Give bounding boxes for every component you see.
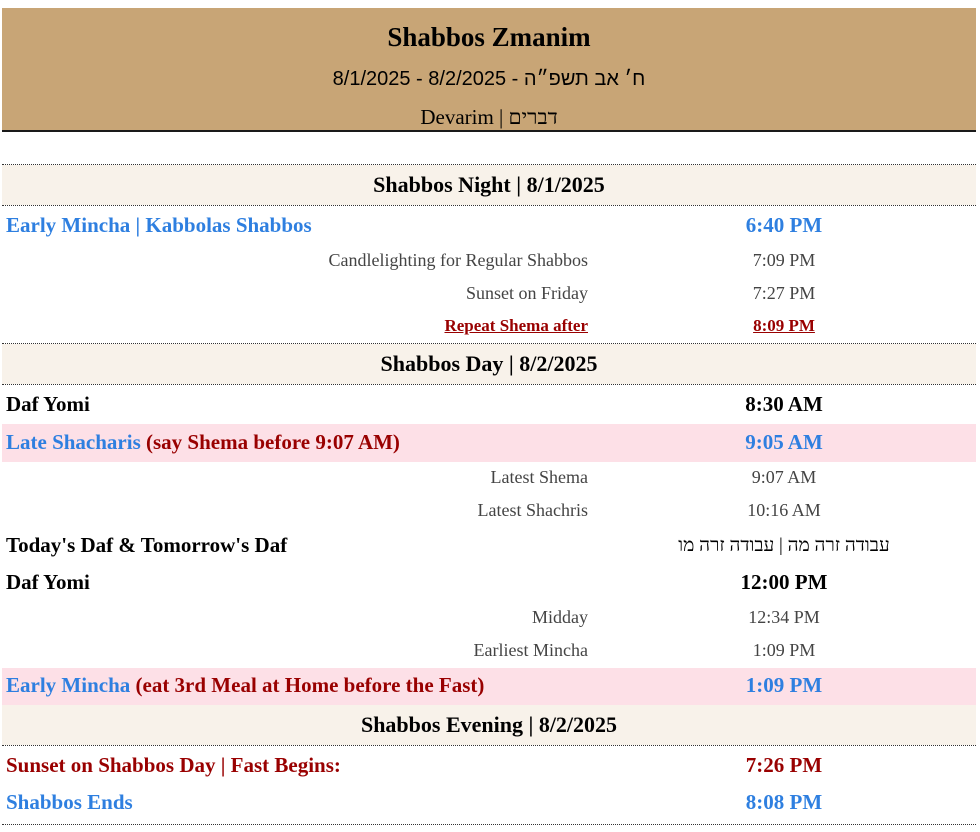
row-late-shacharis: Late Shacharis (say Shema before 9:07 AM… bbox=[2, 424, 976, 462]
late-shacharis-label: Late Shacharis bbox=[6, 430, 141, 454]
section-header-day: Shabbos Day | 8/2/2025 bbox=[2, 344, 976, 384]
daf-yomi-time: 8:30 AM bbox=[745, 392, 823, 416]
latest-shema-label: Latest Shema bbox=[490, 467, 588, 487]
parsha-name: Devarim | דברים bbox=[420, 105, 558, 129]
row-daf-yomi-morning: Daf Yomi 8:30 AM bbox=[2, 386, 976, 422]
sunset-friday-label: Sunset on Friday bbox=[465, 283, 588, 303]
shabbos-ends-label: Shabbos Ends bbox=[6, 790, 133, 814]
earliest-mincha-label: Earliest Mincha bbox=[473, 640, 588, 660]
early-mincha-day-label-group: Early Mincha (eat 3rd Meal at Home befor… bbox=[6, 673, 484, 698]
latest-shachris-label: Latest Shachris bbox=[477, 500, 588, 520]
todays-daf-value: עבודה זרה מה | עבודה זרה מו bbox=[678, 535, 890, 556]
row-todays-daf: Today's Daf & Tomorrow's Daf עבודה זרה מ… bbox=[2, 528, 976, 564]
sunset-shabbos-time: 7:26 PM bbox=[745, 753, 823, 777]
header-banner: Shabbos Zmanim 8/1/2025 - 8/2/2025 - ח׳ … bbox=[2, 8, 976, 132]
row-earliest-mincha: Earliest Mincha 1:09 PM bbox=[2, 635, 976, 667]
section-header-night: Shabbos Night | 8/1/2025 bbox=[2, 165, 976, 205]
row-latest-shema: Latest Shema 9:07 AM bbox=[2, 462, 976, 495]
early-mincha-day-time: 1:09 PM bbox=[745, 673, 823, 697]
daf-yomi-label: Daf Yomi bbox=[6, 392, 90, 416]
todays-daf-label: Today's Daf & Tomorrow's Daf bbox=[6, 533, 288, 557]
date-range: 8/1/2025 - 8/2/2025 - ח׳ אב תשפ״ה bbox=[332, 68, 646, 90]
late-shacharis-label-group: Late Shacharis (say Shema before 9:07 AM… bbox=[6, 430, 400, 455]
latest-shema-time: 9:07 AM bbox=[751, 467, 817, 487]
page-title: Shabbos Zmanim bbox=[387, 22, 591, 52]
late-shacharis-time: 9:05 AM bbox=[745, 430, 823, 454]
shabbos-ends-time: 8:08 PM bbox=[745, 790, 823, 814]
divider bbox=[2, 824, 976, 825]
row-sunset-shabbos: Sunset on Shabbos Day | Fast Begins: 7:2… bbox=[2, 747, 976, 784]
early-mincha-day-note: (eat 3rd Meal at Home before the Fast) bbox=[135, 673, 485, 697]
divider bbox=[2, 384, 976, 385]
row-early-mincha-night: Early Mincha | Kabbolas Shabbos 6:40 PM bbox=[2, 207, 976, 243]
daf-yomi-2-label: Daf Yomi bbox=[6, 570, 90, 594]
candlelighting-time: 7:09 PM bbox=[752, 250, 816, 270]
row-early-mincha-day: Early Mincha (eat 3rd Meal at Home befor… bbox=[2, 668, 976, 705]
midday-label: Midday bbox=[532, 607, 588, 627]
sunset-friday-time: 7:27 PM bbox=[752, 283, 816, 303]
section-header-evening: Shabbos Evening | 8/2/2025 bbox=[2, 705, 976, 745]
early-mincha-label: Early Mincha | Kabbolas Shabbos bbox=[6, 213, 312, 237]
row-daf-yomi-midday: Daf Yomi 12:00 PM bbox=[2, 565, 976, 601]
earliest-mincha-time: 1:09 PM bbox=[752, 640, 816, 660]
candlelighting-label: Candlelighting for Regular Shabbos bbox=[328, 250, 588, 270]
row-repeat-shema: Repeat Shema after 8:09 PM bbox=[2, 310, 976, 342]
row-latest-shachris: Latest Shachris 10:16 AM bbox=[2, 495, 976, 528]
early-mincha-time: 6:40 PM bbox=[745, 213, 823, 237]
latest-shachris-time: 10:16 AM bbox=[747, 500, 821, 520]
divider bbox=[2, 745, 976, 746]
midday-time: 12:34 PM bbox=[748, 607, 820, 627]
repeat-shema-time: 8:09 PM bbox=[753, 316, 815, 335]
early-mincha-day-label: Early Mincha bbox=[6, 673, 131, 697]
late-shacharis-note: (say Shema before 9:07 AM) bbox=[146, 430, 400, 454]
repeat-shema-label: Repeat Shema after bbox=[444, 316, 588, 335]
row-candlelighting: Candlelighting for Regular Shabbos 7:09 … bbox=[2, 244, 976, 277]
sunset-shabbos-label: Sunset on Shabbos Day | Fast Begins: bbox=[6, 753, 341, 777]
row-midday: Midday 12:34 PM bbox=[2, 602, 976, 635]
row-shabbos-ends: Shabbos Ends 8:08 PM bbox=[2, 785, 976, 822]
row-sunset-friday: Sunset on Friday 7:27 PM bbox=[2, 277, 976, 310]
divider bbox=[2, 205, 976, 206]
daf-yomi-2-time: 12:00 PM bbox=[740, 570, 828, 594]
